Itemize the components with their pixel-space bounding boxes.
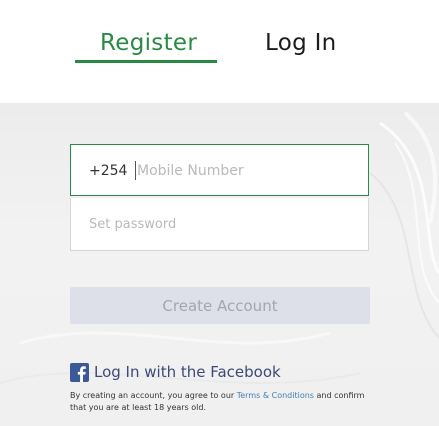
active-tab-indicator (75, 60, 217, 63)
password-input[interactable] (89, 215, 349, 233)
auth-header: Register Log In (0, 0, 439, 103)
legal-text-before: By creating an account, you agree to our (70, 391, 237, 400)
facebook-icon (70, 362, 89, 382)
facebook-login-link[interactable]: Log In with the Facebook (70, 361, 281, 383)
tab-login[interactable]: Log In (265, 30, 337, 56)
create-account-button[interactable]: Create Account (70, 287, 370, 324)
facebook-login-label[interactable]: Log In with the Facebook (94, 363, 281, 381)
legal-notice: By creating an account, you agree to our… (70, 390, 380, 414)
mobile-field[interactable]: +254 (70, 144, 369, 196)
mobile-number-input[interactable] (137, 162, 357, 180)
text-cursor (135, 161, 136, 180)
country-code[interactable]: +254 (89, 163, 127, 179)
tab-register[interactable]: Register (100, 30, 197, 56)
terms-link[interactable]: Terms & Conditions (237, 391, 314, 400)
password-field[interactable] (70, 198, 369, 251)
